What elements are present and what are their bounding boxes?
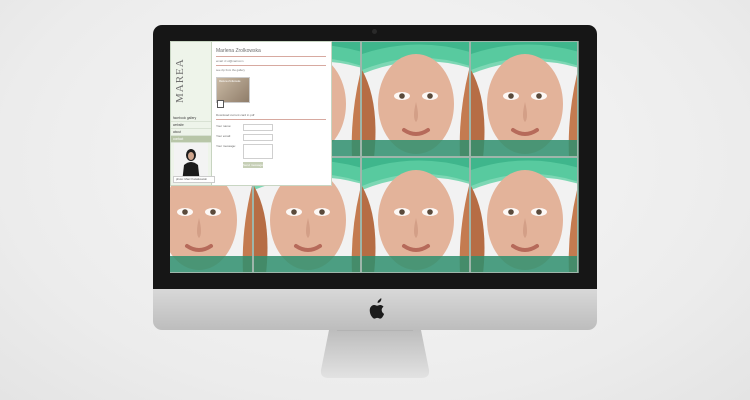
contact-photo[interactable]: Marlena Zrolkowska [216,77,250,108]
photo-credit: photo: Marc Kwiatkowski [173,176,215,183]
sidebar-nav: facebook gallery website about contact [171,115,211,143]
message-textarea[interactable] [243,144,273,159]
apple-logo-icon [364,297,386,321]
email-input[interactable] [243,134,273,141]
send-button[interactable]: Send message [243,162,263,168]
sub-link[interactable]: see zip from the gallery [216,68,326,72]
email-label: Your email: [216,134,231,138]
message-row: Your message: [216,144,326,159]
name-row: Your name: [216,124,326,131]
divider [216,119,326,120]
divider [216,56,326,57]
email-row: Your email: [216,134,326,141]
page-title: Marlena Zrolkowska [216,48,261,54]
nav-item-gallery[interactable]: facebook gallery [171,115,211,122]
sidebar: MAREA facebook gallery website about con… [171,42,215,185]
nav-item-about[interactable]: about [171,129,211,136]
name-input[interactable] [243,124,273,131]
photo-tile [469,157,578,273]
website-panel: MAREA facebook gallery website about con… [170,41,332,186]
camera-icon [372,29,377,34]
name-label: Your name: [216,124,232,128]
content: Marlena Zrolkowska email: zr.ol@mail.com… [216,48,326,168]
imac-chin [153,289,597,330]
photo-tile [361,41,470,157]
pdf-icon[interactable] [217,100,224,108]
divider [216,65,326,66]
photo-tile [361,157,470,273]
email-text[interactable]: email: zr.ol@mail.com [216,59,326,63]
site-logo[interactable]: MAREA [174,46,208,116]
photo-tile [469,41,578,157]
nav-item-website[interactable]: website [171,122,211,129]
screen-bezel: MAREA facebook gallery website about con… [153,25,597,289]
nav-item-contact[interactable]: contact [171,136,211,143]
download-pdf-link[interactable]: Download current card in pdf [216,113,326,117]
message-label: Your message: [216,144,236,148]
imac-stand [303,329,447,380]
imac-display: MAREA facebook gallery website about con… [153,25,597,378]
photo-caption: Marlena Zrolkowska [219,80,241,83]
screen: MAREA facebook gallery website about con… [170,41,579,273]
contact-form: Your name: Your email: Your message: Sen… [216,124,326,168]
